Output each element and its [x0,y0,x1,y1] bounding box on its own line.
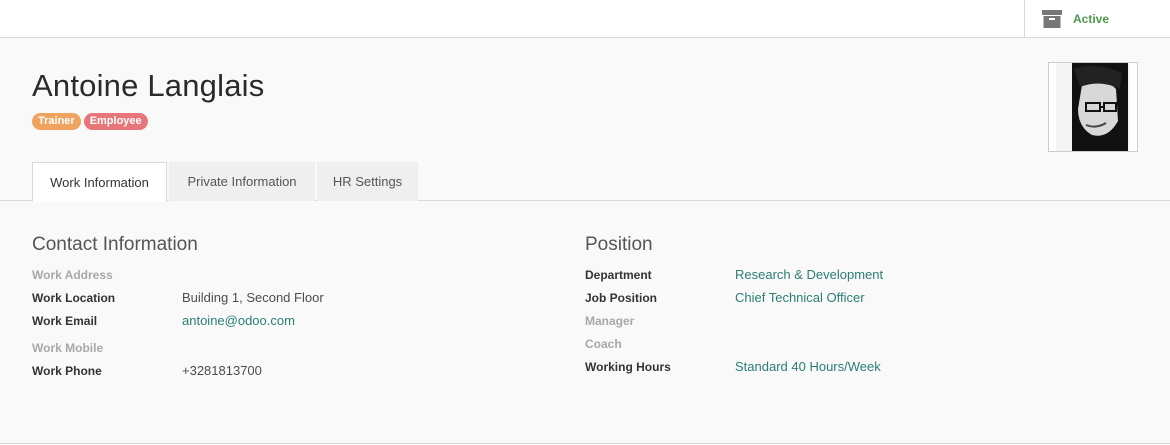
work-location-value[interactable]: Building 1, Second Floor [182,290,324,305]
form-sheet: Antoine Langlais Trainer Employee Work I… [0,38,1170,445]
work-email-link[interactable]: antoine@odoo.com [182,313,295,328]
tag-employee[interactable]: Employee [83,113,148,130]
work-mobile-label: Work Mobile [32,341,104,355]
working-hours-label: Working Hours [585,360,671,374]
department-link[interactable]: Research & Development [735,267,883,282]
position-title: Position [585,234,653,255]
tab-hr-settings[interactable]: HR Settings [317,162,418,201]
tag-list: Trainer Employee [32,113,148,130]
work-address-label: Work Address [32,268,113,282]
department-label: Department [585,268,652,282]
manager-label: Manager [585,314,635,328]
notebook-tabs: Work Information Private Information HR … [0,162,1170,202]
tab-work-information[interactable]: Work Information [32,162,167,202]
work-location-label: Work Location [32,291,116,305]
job-position-link[interactable]: Chief Technical Officer [735,290,865,305]
active-toggle-button[interactable]: Active [1024,0,1170,37]
tag-trainer[interactable]: Trainer [32,113,81,130]
avatar[interactable] [1048,62,1138,152]
tab-private-information[interactable]: Private Information [169,162,315,201]
sheet-bottom-divider [0,443,1170,444]
avatar-photo [1056,63,1130,151]
working-hours-link[interactable]: Standard 40 Hours/Week [735,359,881,374]
work-phone-value[interactable]: +3281813700 [182,363,262,378]
coach-label: Coach [585,337,622,351]
employee-name[interactable]: Antoine Langlais [32,68,264,104]
job-position-label: Job Position [585,291,657,305]
archive-icon [1042,9,1062,28]
contact-information-title: Contact Information [32,234,198,255]
work-phone-label: Work Phone [32,364,102,378]
work-email-label: Work Email [32,314,98,328]
active-label: Active [1073,11,1110,26]
button-box: Active [0,0,1170,38]
